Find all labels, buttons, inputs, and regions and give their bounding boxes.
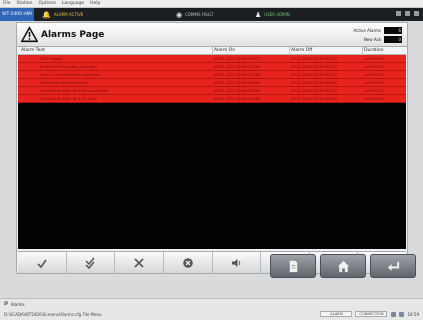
- alarms-panel: Alarms Page Active Alarms 6 New Ack 0 Al…: [16, 22, 408, 274]
- alarm-text-cell: Earth Fault Protection Operated: [40, 64, 97, 69]
- alarm-off-cell: 05-02-2024 18:59:06:940: [291, 80, 338, 85]
- alarm-text-cell: Turbine Temperature Alarm: [40, 80, 89, 85]
- new-ack-label: New Ack: [363, 36, 381, 42]
- acknowledge-all-icon: [85, 257, 96, 269]
- page-icon: [289, 260, 297, 272]
- alarm-status-text: ALARM ACTIVE: [53, 12, 84, 17]
- duration-cell: 0.00:00:02: [364, 64, 384, 69]
- user-icon: ♟: [255, 10, 262, 19]
- alarm-off-cell: 05-02-2024 18:59:09:377: [291, 56, 338, 61]
- alarm-off-cell: 05-02-2024 18:59:09:377: [291, 64, 338, 69]
- app-logo: WT-2400 HMI: [0, 8, 34, 21]
- table-row[interactable]: Transformer Main Tank Oil Level 05-02-20…: [18, 95, 406, 103]
- page-button[interactable]: [270, 254, 316, 278]
- alarm-off-cell: 05-02-2024 18:49:43:000: [291, 96, 338, 101]
- status-bar: WT-2400 HMI 🔔 ALARM ACTIVE ◉ COMMS FAULT…: [0, 8, 423, 21]
- alarm-status[interactable]: 🔔 ALARM ACTIVE: [42, 8, 83, 21]
- home-button[interactable]: [320, 254, 366, 278]
- clock[interactable]: 18:59: [407, 312, 419, 317]
- home-icon: [337, 260, 349, 272]
- alarm-on-cell: 05-02-2024 18:59:07:293: [214, 64, 261, 69]
- menu-item-options[interactable]: Options: [39, 1, 56, 6]
- return-button[interactable]: [370, 254, 416, 278]
- warning-icon: [21, 26, 38, 43]
- table-row[interactable]: Turbine Temperature Alarm 05-02-2024 18:…: [18, 79, 406, 87]
- duration-cell: 0.00:09:27: [364, 88, 384, 93]
- column-header-duration[interactable]: Duration: [362, 47, 384, 55]
- silence-horn-icon: [232, 258, 241, 267]
- speaker-icon[interactable]: [399, 311, 405, 317]
- alarm-text-cell: Transformer Main Tank Pressure Relief: [40, 88, 109, 93]
- status-field-connection: CONNECTION: [355, 311, 388, 317]
- column-header-alarm-on[interactable]: Alarm On: [211, 47, 235, 55]
- maximize-icon[interactable]: [405, 11, 410, 16]
- alarm-on-cell: 05-02-2024 18:49:42:568: [214, 96, 261, 101]
- alarm-on-cell: 05-02-2024 18:49:42:580: [214, 88, 261, 93]
- alarm-on-cell: 05-02-2024 18:59:06:940: [214, 80, 261, 85]
- acknowledge-icon: [37, 259, 47, 268]
- active-alarms-count: 6: [384, 26, 402, 34]
- window-controls: [396, 11, 419, 16]
- reset-button[interactable]: [164, 252, 213, 273]
- menu-item-file[interactable]: File: [3, 1, 11, 6]
- taskbar: 🗗 Alarms D:\SCADA\WT2400\Screens\Alarms.…: [0, 298, 423, 320]
- clear-button[interactable]: [115, 252, 164, 273]
- bell-icon: 🔔: [42, 10, 51, 19]
- duration-cell: 0.00:00:00: [364, 56, 384, 61]
- acknowledge-button[interactable]: [18, 252, 67, 273]
- duration-cell: 0.00:00:00: [364, 80, 384, 85]
- alarm-off-cell: 05-02-2024 18:59:09:377: [291, 88, 338, 93]
- alarm-on-cell: 05-02-2024 18:59:07:288: [214, 72, 261, 77]
- return-icon: [387, 261, 399, 271]
- alarm-on-cell: 05-02-2024 18:59:09:377: [214, 56, 261, 61]
- status-field-alarm: ALARM: [320, 311, 353, 317]
- menu-item-help[interactable]: Help: [90, 1, 100, 6]
- menu-bar: File Station Options Language Help: [0, 0, 423, 8]
- table-row[interactable]: Earth Fault Protection Operated 05-02-20…: [18, 63, 406, 71]
- duration-cell: 0.00:00:00: [364, 96, 384, 101]
- silence-horn-button[interactable]: [213, 252, 262, 273]
- table-row[interactable]: Transformer Main Tank Pressure Relief 05…: [18, 87, 406, 95]
- file-path-text: D:\SCADA\WT2400\Screens\Alarms.cfg File …: [4, 311, 102, 317]
- clear-icon: [134, 257, 144, 268]
- column-header-alarm-text[interactable]: Alarm Text: [21, 48, 45, 53]
- new-ack-count: 0: [384, 35, 402, 43]
- alarm-text-cell: VCB Tripped: [40, 56, 62, 61]
- alarm-text-cell: Transformer Main Tank Oil Level: [40, 96, 98, 101]
- user-status[interactable]: ♟ USER ADMIN: [255, 8, 290, 21]
- table-row[interactable]: Over Current Protection Operated 05-02-2…: [18, 71, 406, 79]
- duration-cell: 0.00:00:02: [364, 72, 384, 77]
- active-alarms-label: Active Alarms: [353, 27, 382, 33]
- user-status-text: USER ADMIN: [264, 12, 290, 17]
- network-icon[interactable]: [391, 311, 397, 317]
- reset-icon: [182, 257, 193, 268]
- menu-item-language[interactable]: Language: [62, 1, 84, 6]
- comms-status[interactable]: ◉ COMMS FAULT: [176, 8, 213, 21]
- tab-icon: 🗗: [4, 301, 8, 306]
- table-row[interactable]: VCB Tripped 05-02-2024 18:59:09:377 05-0…: [18, 55, 406, 63]
- alarm-text-cell: Over Current Protection Operated: [40, 72, 101, 77]
- taskbar-tab[interactable]: Alarms: [11, 302, 25, 307]
- comms-status-text: COMMS FAULT: [185, 12, 214, 17]
- system-tray: 18:59: [391, 311, 419, 317]
- page-title: Alarms Page: [41, 30, 105, 40]
- alarm-table[interactable]: VCB Tripped 05-02-2024 18:59:09:377 05-0…: [18, 55, 406, 249]
- alarms-header: Alarms Page Active Alarms 6 New Ack 0: [17, 23, 407, 47]
- column-header-alarm-off[interactable]: Alarm Off: [288, 47, 312, 55]
- alarm-counters: Active Alarms 6 New Ack 0: [353, 26, 402, 44]
- globe-icon: ◉: [176, 10, 183, 19]
- acknowledge-all-button[interactable]: [67, 252, 116, 273]
- table-header: Alarm Text Alarm On Alarm Off Duration: [18, 47, 406, 55]
- close-icon[interactable]: [414, 11, 419, 16]
- minimize-icon[interactable]: [396, 11, 401, 16]
- menu-item-station[interactable]: Station: [17, 1, 33, 6]
- alarm-off-cell: 05-02-2024 18:59:09:377: [291, 72, 338, 77]
